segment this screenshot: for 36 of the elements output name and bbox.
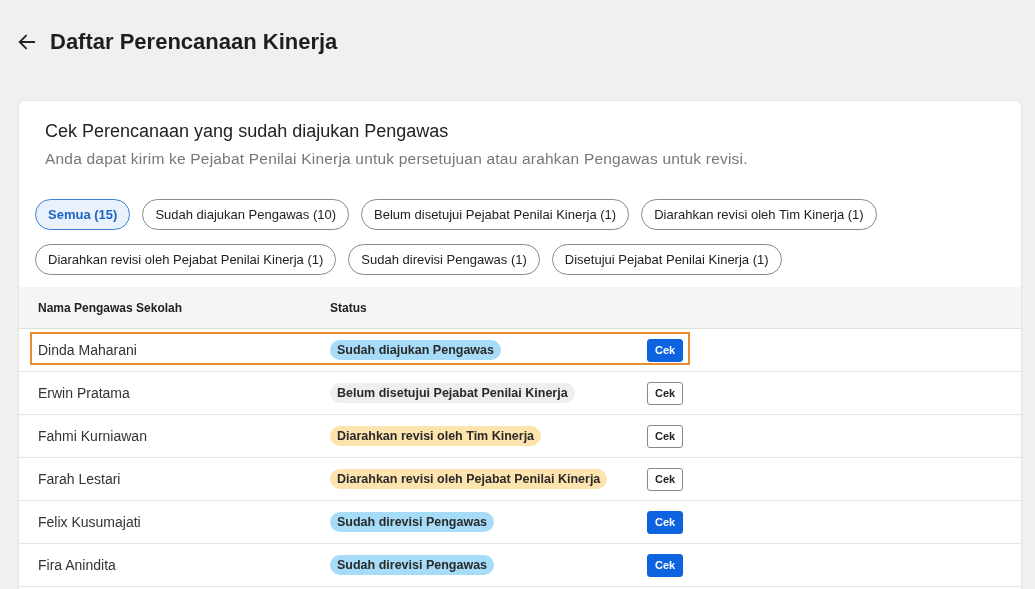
table-row[interactable]: Fahmi Kurniawan Diarahkan revisi oleh Tim Kinerja Cek	[19, 415, 1021, 458]
supervisor-name: Dinda Maharani	[38, 342, 138, 358]
filter-chip[interactable]: Sudah diajukan Pengawas (10)	[142, 199, 350, 230]
cek-button[interactable]: Cek	[647, 553, 684, 577]
table-row[interactable]: Fira Anindita Sudah direvisi Pengawas Cek	[19, 544, 1021, 587]
card-subtitle: Anda dapat kirim ke Pejabat Penilai Kinerja untuk persetujuan atau arahkan Pengawas untuk revisi.	[45, 150, 749, 168]
cek-button[interactable]: Cek	[647, 424, 684, 448]
page-title: Daftar Perencanaan Kinerja	[50, 29, 338, 55]
table-row[interactable]: Dinda Maharani Sudah diajukan Pengawas Cek	[19, 329, 1021, 372]
filter-chip[interactable]: Diarahkan revisi oleh Tim Kinerja (1)	[641, 199, 877, 230]
column-header: Nama Pengawas Sekolah	[38, 300, 184, 315]
filter-chip[interactable]: Semua (15)	[35, 199, 131, 230]
cek-button[interactable]: Cek	[647, 381, 684, 405]
supervisor-name: Erwin Pratama	[38, 385, 131, 401]
filter-chip[interactable]: Belum disetujui Pejabat Penilai Kinerja (1)	[361, 199, 630, 230]
status-badge: Diarahkan revisi oleh Pejabat Penilai Kinerja	[330, 469, 608, 489]
status-badge: Sudah diajukan Pengawas	[330, 340, 501, 360]
supervisor-name: Felix Kusumajati	[38, 514, 142, 530]
status-badge: Belum disetujui Pejabat Penilai Kinerja	[330, 383, 575, 403]
cek-button[interactable]: Cek	[647, 510, 684, 534]
supervisor-name: Fira Anindita	[38, 557, 117, 573]
table-row[interactable]: Felix Kusumajati Sudah direvisi Pengawas Cek	[19, 501, 1021, 544]
cek-button[interactable]: Cek	[647, 338, 684, 362]
status-badge: Sudah direvisi Pengawas	[330, 555, 495, 575]
status-badge: Sudah direvisi Pengawas	[330, 512, 495, 532]
supervisor-name: Fahmi Kurniawan	[38, 428, 148, 444]
card-title: Cek Perencanaan yang sudah diajukan Pengawas	[45, 121, 450, 142]
supervisor-name: Farah Lestari	[38, 471, 122, 487]
filter-chip[interactable]: Diarahkan revisi oleh Pejabat Penilai Kinerja (1)	[35, 244, 337, 275]
cek-button[interactable]: Cek	[647, 467, 684, 491]
column-header: Status	[330, 300, 368, 315]
status-badge: Diarahkan revisi oleh Tim Kinerja	[330, 426, 542, 446]
filter-chip[interactable]: Sudah direvisi Pengawas (1)	[348, 244, 540, 275]
table-row[interactable]: Erwin Pratama Belum disetujui Pejabat Penilai Kinerja Cek	[19, 372, 1021, 415]
table-row[interactable]: Farah Lestari Diarahkan revisi oleh Pejabat Penilai Kinerja Cek	[19, 458, 1021, 501]
filter-chip[interactable]: Disetujui Pejabat Penilai Kinerja (1)	[551, 244, 782, 275]
